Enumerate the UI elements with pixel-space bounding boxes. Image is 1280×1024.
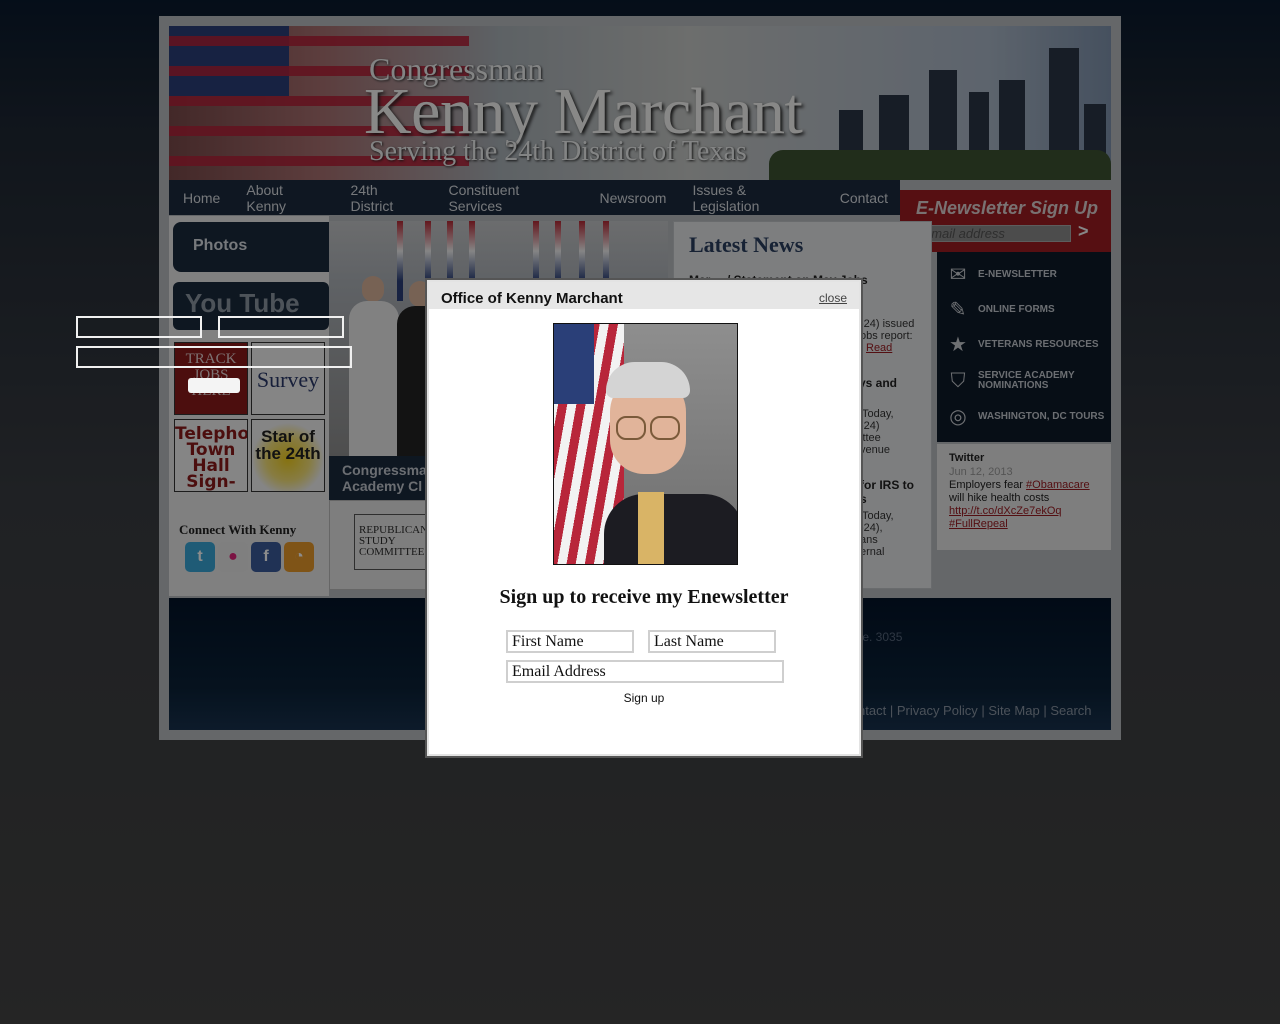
portrait-tie xyxy=(638,492,664,564)
ghost-email-field xyxy=(76,346,352,368)
modal-close-button[interactable]: close xyxy=(819,291,847,305)
modal-title: Office of Kenny Marchant xyxy=(441,290,623,307)
congressman-portrait xyxy=(553,323,738,565)
modal-body: Sign up to receive my Enewsletter First … xyxy=(429,309,859,754)
portrait-flag-canton xyxy=(554,324,594,404)
enewsletter-modal: Office of Kenny Marchant close Sign up t… xyxy=(425,278,863,758)
first-name-input[interactable]: First Name xyxy=(506,630,634,653)
email-input[interactable]: Email Address xyxy=(506,660,784,683)
signup-button[interactable]: Sign up xyxy=(429,691,859,705)
ghost-signup-button xyxy=(188,378,240,393)
last-name-input[interactable]: Last Name xyxy=(648,630,776,653)
modal-heading: Sign up to receive my Enewsletter xyxy=(499,586,789,608)
ghost-first-name-field xyxy=(76,316,202,338)
ghost-last-name-field xyxy=(218,316,344,338)
portrait-glasses xyxy=(616,416,646,440)
modal-header: Office of Kenny Marchant close xyxy=(429,282,859,309)
portrait-suit xyxy=(604,494,737,564)
portrait-glasses xyxy=(650,416,680,440)
portrait-hair xyxy=(606,362,690,398)
